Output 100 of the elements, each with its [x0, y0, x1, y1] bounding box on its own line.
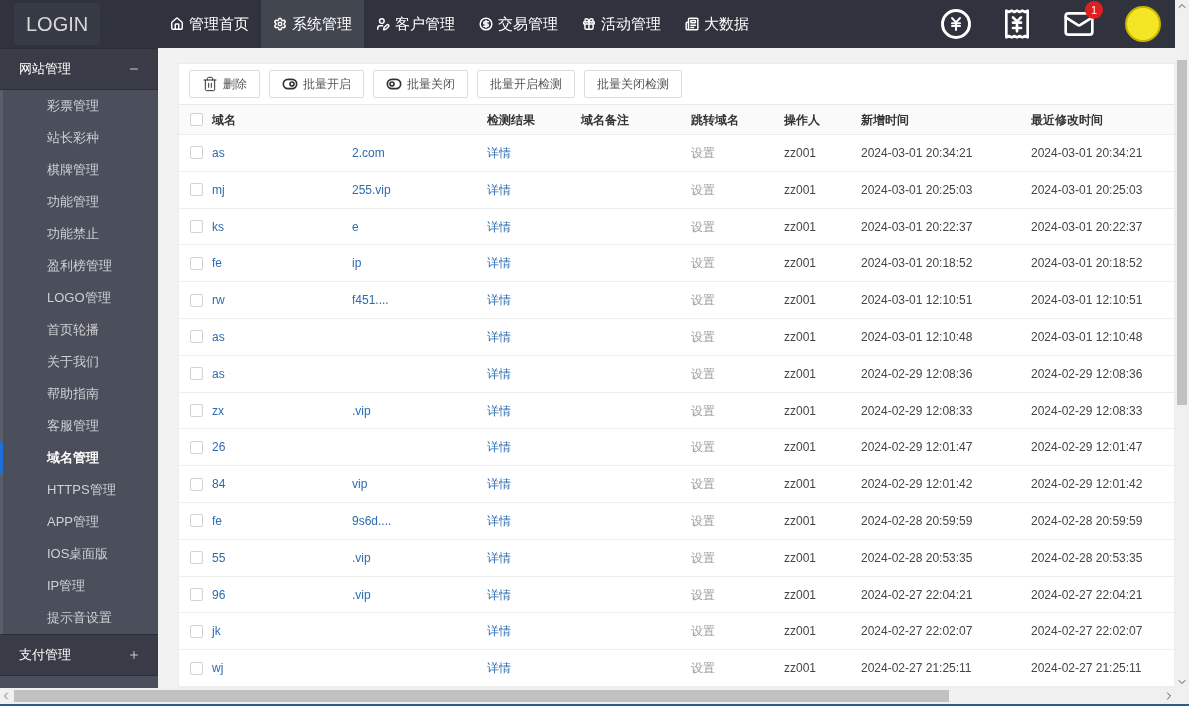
- sidebar-item[interactable]: 客服管理: [0, 410, 158, 442]
- sidebar-item[interactable]: APP管理: [0, 506, 158, 538]
- logo[interactable]: LOGIN: [14, 3, 101, 45]
- sidebar-item[interactable]: 域名管理: [0, 442, 158, 474]
- details-link[interactable]: 详情: [487, 329, 511, 344]
- settings-link[interactable]: 设置: [691, 440, 715, 455]
- domain-link[interactable]: as: [212, 327, 352, 346]
- nav-tab[interactable]: 客户管理: [364, 0, 467, 48]
- domain-link[interactable]: e: [352, 217, 359, 236]
- checkbox[interactable]: [190, 330, 203, 344]
- details-link[interactable]: 详情: [487, 513, 511, 528]
- scrollbar-thumb[interactable]: [1177, 60, 1187, 405]
- settings-link[interactable]: 设置: [691, 329, 715, 344]
- nav-tab[interactable]: 大数据: [673, 0, 761, 48]
- toolbar-button[interactable]: 删除: [189, 70, 260, 98]
- sidebar-item[interactable]: 首页轮播: [0, 314, 158, 346]
- details-link[interactable]: 详情: [487, 256, 511, 271]
- checkbox[interactable]: [190, 220, 203, 234]
- details-link[interactable]: 详情: [487, 219, 511, 234]
- domain-link[interactable]: 84: [212, 475, 352, 494]
- domain-link[interactable]: zx: [212, 401, 352, 420]
- sidebar-item[interactable]: IOS桌面版: [0, 538, 158, 570]
- sidebar-item[interactable]: LOGO管理: [0, 282, 158, 314]
- checkbox[interactable]: [190, 588, 203, 601]
- nav-tab[interactable]: 活动管理: [570, 0, 673, 48]
- domain-link[interactable]: ks: [212, 217, 352, 236]
- toolbar-button[interactable]: 批量关闭: [373, 70, 468, 98]
- settings-link[interactable]: 设置: [691, 219, 715, 234]
- settings-link[interactable]: 设置: [691, 513, 715, 528]
- settings-link[interactable]: 设置: [691, 624, 715, 639]
- sidebar-group[interactable]: 网站管理: [0, 48, 158, 90]
- domain-link[interactable]: 255.vip: [352, 180, 391, 199]
- sidebar-item[interactable]: IP管理: [0, 570, 158, 602]
- sidebar-item[interactable]: 关于我们: [0, 346, 158, 378]
- checkbox[interactable]: [190, 551, 203, 565]
- scrollbar-thumb[interactable]: [14, 690, 949, 702]
- checkbox[interactable]: [190, 661, 203, 675]
- details-link[interactable]: 详情: [487, 293, 511, 308]
- details-link[interactable]: 详情: [487, 587, 511, 602]
- domain-link[interactable]: as: [212, 143, 352, 162]
- details-link[interactable]: 详情: [487, 182, 511, 197]
- details-link[interactable]: 详情: [487, 366, 511, 381]
- toolbar-button[interactable]: 批量开启: [269, 70, 364, 98]
- details-link[interactable]: 详情: [487, 477, 511, 492]
- domain-link[interactable]: mj: [212, 180, 352, 199]
- details-link[interactable]: 详情: [487, 403, 511, 418]
- checkbox[interactable]: [190, 293, 203, 307]
- checkbox[interactable]: [190, 514, 203, 528]
- checkbox[interactable]: [190, 404, 203, 417]
- sidebar-item[interactable]: 帮助指南: [0, 378, 158, 410]
- sidebar-item[interactable]: 功能禁止: [0, 218, 158, 250]
- checkbox[interactable]: [190, 146, 203, 160]
- sidebar-item[interactable]: 站长彩种: [0, 122, 158, 154]
- settings-link[interactable]: 设置: [691, 293, 715, 308]
- settings-link[interactable]: 设置: [691, 256, 715, 271]
- sidebar-item[interactable]: 盈利榜管理: [0, 250, 158, 282]
- details-link[interactable]: 详情: [487, 624, 511, 639]
- settings-link[interactable]: 设置: [691, 366, 715, 381]
- nav-tab[interactable]: 系统管理: [261, 0, 364, 48]
- domain-link[interactable]: fe: [212, 254, 352, 273]
- domain-link[interactable]: wj: [212, 659, 352, 678]
- checkbox[interactable]: [190, 440, 203, 454]
- checkbox[interactable]: [190, 113, 203, 126]
- nav-tab[interactable]: 交易管理: [467, 0, 570, 48]
- avatar[interactable]: [1125, 6, 1161, 42]
- toolbar-button[interactable]: 批量开启检测: [477, 70, 575, 98]
- domain-link[interactable]: 26: [212, 438, 352, 457]
- yen-refresh-icon[interactable]: [941, 9, 971, 39]
- details-link[interactable]: 详情: [487, 550, 511, 565]
- checkbox[interactable]: [190, 367, 203, 381]
- toolbar-button[interactable]: 批量关闭检测: [584, 70, 682, 98]
- sidebar-item[interactable]: 彩票管理: [0, 90, 158, 122]
- domain-link[interactable]: 55: [212, 548, 352, 567]
- domain-link[interactable]: f451....: [352, 291, 389, 310]
- settings-link[interactable]: 设置: [691, 403, 715, 418]
- settings-link[interactable]: 设置: [691, 661, 715, 676]
- checkbox[interactable]: [190, 256, 203, 270]
- domain-link[interactable]: .vip: [352, 548, 371, 567]
- domain-link[interactable]: .vip: [352, 585, 371, 604]
- settings-link[interactable]: 设置: [691, 477, 715, 492]
- domain-link[interactable]: fe: [212, 511, 352, 530]
- nav-tab[interactable]: 管理首页: [158, 0, 261, 48]
- domain-link[interactable]: ip: [352, 254, 362, 273]
- checkbox[interactable]: [190, 183, 203, 197]
- domain-link[interactable]: vip: [352, 475, 368, 494]
- settings-link[interactable]: 设置: [691, 587, 715, 602]
- horizontal-scrollbar[interactable]: [0, 688, 1189, 706]
- sidebar-item[interactable]: HTTPS管理: [0, 474, 158, 506]
- details-link[interactable]: 详情: [487, 661, 511, 676]
- domain-link[interactable]: jk: [212, 622, 352, 641]
- checkbox[interactable]: [190, 477, 203, 491]
- domain-link[interactable]: as: [212, 364, 352, 383]
- domain-link[interactable]: 9s6d....: [352, 511, 392, 530]
- sidebar-item[interactable]: 功能管理: [0, 186, 158, 218]
- domain-link[interactable]: rw: [212, 291, 352, 310]
- settings-link[interactable]: 设置: [691, 145, 715, 160]
- details-link[interactable]: 详情: [487, 145, 511, 160]
- details-link[interactable]: 详情: [487, 440, 511, 455]
- sidebar-group[interactable]: 支付管理: [0, 634, 158, 676]
- domain-link[interactable]: 96: [212, 585, 352, 604]
